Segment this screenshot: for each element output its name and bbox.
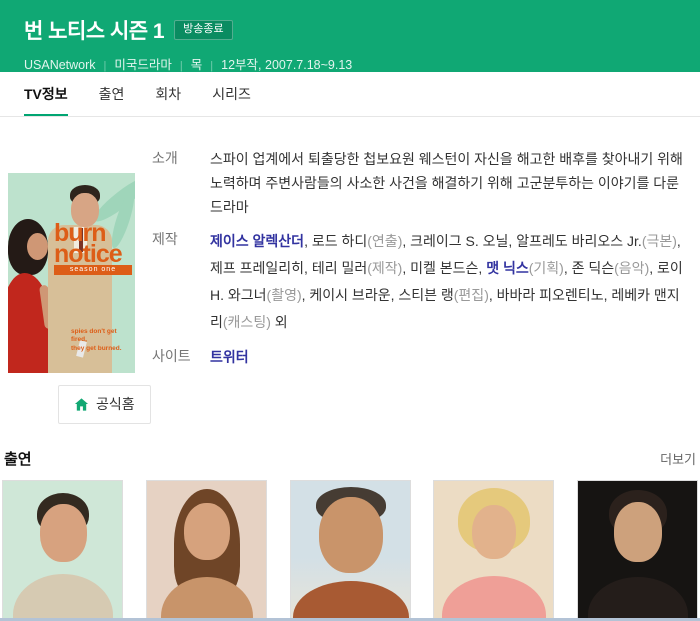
show-header: 번 노티스 시즌 1 방송종료 USANetwork | 미국드라마 | 목 | 12부작,…: [0, 0, 700, 72]
cast-section: 출연 더보기 마이클 웨스턴 역제프리 도노반피오나 글래넌 역가브리엘 앤워샘…: [0, 448, 700, 621]
headshot-graphic: [13, 574, 113, 621]
meta-genre: 미국드라마: [114, 58, 172, 72]
page-title: 번 노티스 시즌 1: [24, 15, 164, 45]
cast-heading: 출연: [4, 448, 32, 469]
meta-episodes-dates: 12부작, 2007.7.18~9.13: [221, 58, 352, 72]
cast-card: 마이클 웨스턴 역제프리 도노반: [2, 480, 123, 621]
poster-image[interactable]: burnnotice season one spies don't get fi…: [8, 173, 135, 373]
production-label: 제작: [152, 228, 210, 336]
tab-bar: TV정보 출연 회차 시리즈: [0, 72, 700, 117]
cast-photo[interactable]: [2, 480, 123, 621]
tab-series[interactable]: 시리즈: [212, 72, 251, 116]
cast-photo[interactable]: [146, 480, 267, 621]
site-row: 사이트 트위터: [152, 345, 692, 369]
production-text-segment: , 미켈 본드슨,: [402, 260, 486, 276]
headshot-graphic: [319, 497, 383, 573]
cast-grid: 마이클 웨스턴 역제프리 도노반피오나 글래넌 역가브리엘 앤워샘 엑스 역브루…: [2, 480, 698, 621]
production-text-segment: , 로드 하디: [304, 233, 367, 249]
production-text-segment: , 크레이그 S. 오닐, 알프레도 바리오스 Jr.: [402, 233, 641, 249]
headshot-graphic: [472, 505, 516, 559]
meta-divider: |: [104, 60, 107, 72]
cast-card: 샘 엑스 역브루스 캠벨: [290, 480, 411, 621]
production-text-segment: (캐스팅): [223, 314, 271, 330]
headshot-graphic: [40, 504, 87, 562]
tab-cast[interactable]: 출연: [99, 72, 125, 116]
production-row: 제작 제이스 알렉산더, 로드 하디(연출), 크레이그 S. 오닐, 알프레도…: [152, 228, 692, 336]
production-text: 제이스 알렉산더, 로드 하디(연출), 크레이그 S. 오닐, 알프레도 바리…: [210, 228, 692, 336]
production-person-link[interactable]: 맷 닉스: [486, 260, 529, 276]
production-text-segment: (기획): [529, 260, 564, 276]
cast-photo[interactable]: [290, 480, 411, 621]
intro-text: 스파이 업계에서 퇴출당한 첩보요원 웨스턴이 자신을 해고한 배후를 찾아내기…: [210, 147, 692, 219]
production-text-segment: (촬영): [267, 287, 302, 303]
status-badge: 방송종료: [174, 20, 232, 40]
production-text-segment: , 존 딕슨: [564, 260, 614, 276]
headshot-graphic: [293, 581, 409, 621]
cast-card: 네이트 역세스 피터슨: [577, 480, 698, 621]
home-icon: [74, 397, 89, 412]
meta-divider: |: [180, 60, 183, 72]
production-text-segment: 외: [271, 314, 288, 330]
tv-info-section: burnnotice season one spies don't get fi…: [0, 147, 700, 435]
headshot-graphic: [614, 502, 662, 562]
more-link[interactable]: 더보기: [660, 449, 696, 468]
production-person-link[interactable]: 제이스 알렉산더: [210, 233, 304, 249]
production-text-segment: (연출): [367, 233, 402, 249]
meta-divider: |: [210, 60, 213, 72]
twitter-link[interactable]: 트위터: [210, 349, 249, 365]
official-home-label: 공식홈: [96, 394, 135, 414]
production-text-segment: , 케이시 브라운, 스티븐 랭: [302, 287, 454, 303]
intro-row: 소개 스파이 업계에서 퇴출당한 첩보요원 웨스턴이 자신을 해고한 배후를 찾…: [152, 147, 692, 219]
poster-season-label: season one: [54, 265, 132, 275]
poster-tagline: spies don't get fired,they get burned.: [71, 328, 131, 353]
site-label: 사이트: [152, 345, 210, 369]
cast-photo[interactable]: [577, 480, 698, 621]
cast-card: 피오나 글래넌 역가브리엘 앤워: [146, 480, 267, 621]
headshot-graphic: [161, 577, 253, 621]
meta-day: 목: [191, 58, 203, 72]
headshot-graphic: [442, 576, 546, 621]
production-text-segment: (극본): [642, 233, 677, 249]
tab-tv-info[interactable]: TV정보: [24, 72, 68, 116]
meta-network: USANetwork: [24, 58, 96, 72]
cast-card: 마들린 웨스턴 역샤론 글레스: [433, 480, 554, 621]
show-meta: USANetwork | 미국드라마 | 목 | 12부작, 2007.7.18~9.13: [24, 54, 700, 73]
official-home-button[interactable]: 공식홈: [58, 385, 151, 424]
intro-label: 소개: [152, 147, 210, 219]
production-text-segment: (제작): [367, 260, 402, 276]
headshot-graphic: [184, 503, 230, 560]
headshot-graphic: [588, 577, 688, 621]
production-text-segment: (음악): [614, 260, 649, 276]
production-text-segment: (편집): [454, 287, 489, 303]
tab-episodes[interactable]: 회차: [155, 72, 181, 116]
poster-title: burnnotice: [54, 223, 132, 264]
cast-photo[interactable]: [433, 480, 554, 621]
poster-woman-figure: [27, 233, 48, 260]
